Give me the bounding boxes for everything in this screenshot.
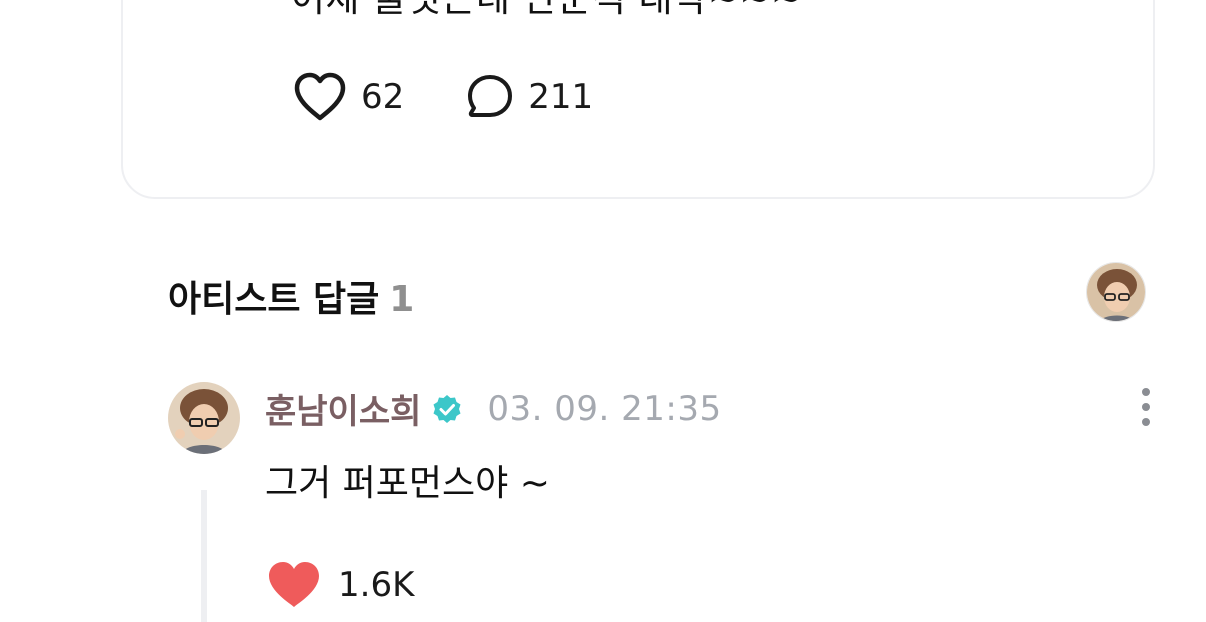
more-vertical-icon — [1142, 388, 1150, 426]
artist-avatar-icon — [1087, 263, 1145, 321]
heart-outline-icon — [294, 72, 346, 121]
artist-replies-count: 1 — [389, 279, 415, 320]
post-like-count: 62 — [361, 77, 405, 117]
reply-text: 그거 퍼포먼스야 ~ — [265, 463, 550, 504]
reply-like-button[interactable]: 1.6K — [266, 560, 414, 610]
verified-badge-icon — [431, 393, 463, 425]
reply-author-name[interactable]: 훈남이소희 — [265, 384, 421, 433]
page: 어제 울엇는데 안운척 대박~~~ 62 211 아티스트 답글1 — [0, 0, 1206, 622]
reply-author-avatar[interactable] — [168, 382, 240, 454]
post-text: 어제 울엇는데 안운척 대박~~~ — [291, 0, 802, 22]
artist-replies-label: 아티스트 답글 — [168, 279, 380, 320]
post-like-button[interactable]: 62 — [293, 72, 404, 122]
post-actions: 62 211 — [293, 72, 593, 122]
artist-avatar-icon — [168, 382, 240, 454]
artist-replies-title: 아티스트 답글 1 — [168, 270, 414, 322]
post-comment-button[interactable]: 211 — [466, 73, 593, 121]
thread-line — [201, 490, 207, 622]
comment-bubble-icon — [468, 75, 513, 117]
artist-header-avatar[interactable] — [1086, 262, 1146, 322]
post-card: 어제 울엇는데 안운척 대박~~~ 62 211 — [121, 0, 1155, 199]
reply-timestamp: 03. 09. 21:35 — [487, 388, 722, 429]
reply-meta: 훈남이소희 03. 09. 21:35 — [265, 384, 722, 433]
post-comment-count: 211 — [528, 77, 594, 117]
reply-more-options-button[interactable] — [1132, 386, 1160, 428]
heart-filled-icon — [269, 562, 319, 607]
reply-like-count: 1.6K — [338, 565, 415, 605]
